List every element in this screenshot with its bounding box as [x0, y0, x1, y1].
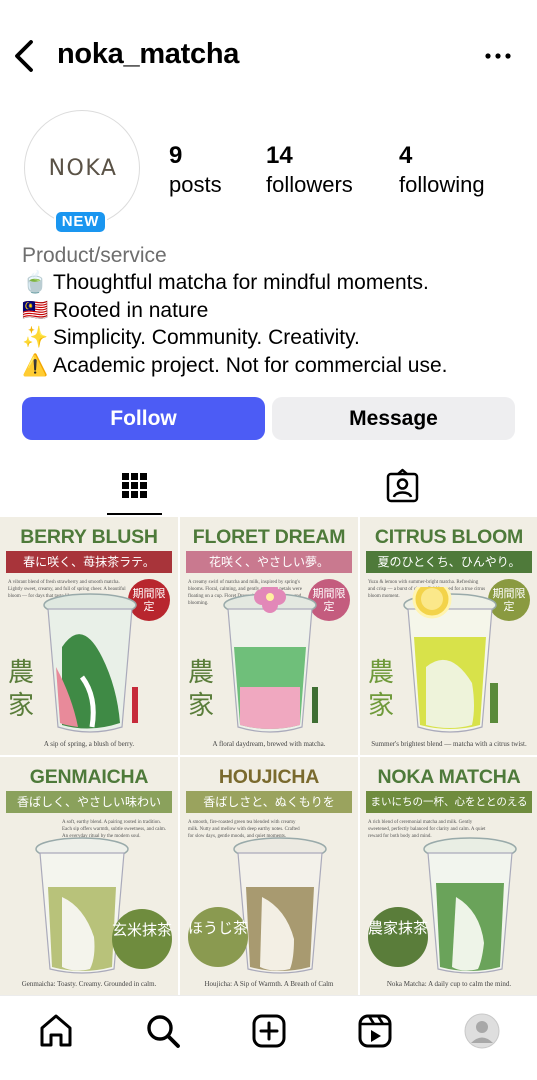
- post-title: GENMAICHA: [29, 766, 149, 788]
- avatar[interactable]: NOKA: [24, 110, 140, 226]
- message-button[interactable]: Message: [272, 397, 515, 440]
- post-footnote: Summer's brightest blend — matcha with a…: [371, 740, 527, 748]
- grid-icon[interactable]: [107, 462, 162, 517]
- post-subtitle: 香ばしく、やさしい味わい: [6, 791, 172, 813]
- search-icon[interactable]: [144, 1012, 182, 1050]
- drink-cup-illustration: [423, 837, 517, 974]
- stat-following-label: following: [399, 172, 485, 197]
- reels-icon[interactable]: [356, 1012, 394, 1050]
- post-footnote: Genmaicha: Toasty. Creamy. Grounded in c…: [21, 980, 157, 988]
- chevron-left-icon[interactable]: [10, 38, 40, 74]
- stat-posts-label: posts: [169, 172, 222, 197]
- post-footnote: A floral daydream, brewed with matcha.: [212, 740, 326, 748]
- stat-followers-label: followers: [266, 172, 353, 197]
- stat-followers-count: 14: [266, 142, 293, 169]
- post-footnote: Noka Matcha: A daily cup to calm the min…: [386, 980, 512, 988]
- ellipsis-icon[interactable]: [483, 44, 513, 68]
- stat-followers[interactable]: 14 followers: [266, 142, 353, 198]
- post-subtitle: 香ばしさと、ぬくもりを: [186, 791, 352, 813]
- create-icon[interactable]: [250, 1012, 288, 1050]
- profile-bio: Product/service 🍵 Thoughtful matcha for m…: [22, 243, 522, 379]
- bio-line: ⚠️ Academic project. Not for commercial u…: [22, 352, 522, 380]
- side-kanji: 農家: [368, 658, 395, 721]
- product-seal: 玄米抹茶: [112, 909, 172, 969]
- bio-line: 🇲🇾 Rooted in nature: [22, 297, 522, 325]
- tagged-icon[interactable]: [375, 462, 430, 517]
- post-tile-citrus-bloom[interactable]: CITRUS BLOOM 夏のひとくち、ひんやり。 Yuzu & lemon w…: [360, 517, 537, 755]
- follow-button[interactable]: Follow: [22, 397, 265, 440]
- profile-avatar-icon[interactable]: [463, 1012, 501, 1050]
- post-footnote: A sip of spring, a blush of berry.: [43, 740, 135, 748]
- stat-following[interactable]: 4 following: [399, 142, 485, 198]
- warning-emoji: ⚠️: [22, 353, 49, 377]
- profile-header: noka_matcha: [0, 0, 537, 112]
- bio-line-text: Rooted in nature: [53, 298, 209, 322]
- profile-tabs: [0, 462, 537, 517]
- profile-category: Product/service: [22, 244, 167, 267]
- stat-following-count: 4: [399, 142, 413, 169]
- drink-cup-illustration: [43, 593, 138, 733]
- drink-cup-illustration: [403, 587, 498, 733]
- post-tile-berry-blush[interactable]: BERRY BLUSH 春に咲く、苺抹茶ラテ。 A vibrant blend …: [0, 517, 178, 755]
- post-subtitle: 花咲く、やさしい夢。: [186, 551, 352, 573]
- drink-cup-illustration: [233, 837, 327, 974]
- stat-posts[interactable]: 9 posts: [169, 142, 222, 198]
- home-icon[interactable]: [37, 1012, 75, 1050]
- new-badge: NEW: [54, 210, 107, 234]
- post-tile-noka-matcha[interactable]: NOKA MATCHA まいにちの一杯、心をととのえる A rich blend…: [360, 757, 537, 995]
- post-title: FLORET DREAM: [192, 526, 346, 548]
- bio-line-text: Thoughtful matcha for mindful moments.: [53, 271, 429, 294]
- bio-line: ✨ Simplicity. Community. Creativity.: [22, 324, 522, 352]
- post-title: CITRUS BLOOM: [374, 526, 524, 548]
- post-title: BERRY BLUSH: [20, 526, 158, 548]
- flag-emoji: 🇲🇾: [22, 298, 49, 322]
- product-seal: ほうじ茶: [188, 907, 248, 967]
- profile-username: noka_matcha: [57, 38, 240, 70]
- post-tile-houjicha[interactable]: HOUJICHA 香ばしさと、ぬくもりを A smooth, fire-roas…: [180, 757, 358, 995]
- post-subtitle: 夏のひとくち、ひんやり。: [366, 551, 532, 573]
- drink-cup-illustration: [223, 587, 318, 733]
- sparkles-emoji: ✨: [22, 326, 49, 349]
- side-kanji: 農家: [188, 658, 215, 721]
- bio-line-text: Academic project. Not for commercial use…: [53, 353, 448, 377]
- post-title: NOKA MATCHA: [377, 766, 521, 788]
- post-tile-floret-dream[interactable]: FLORET DREAM 花咲く、やさしい夢。 A creamy swirl o…: [180, 517, 358, 755]
- post-tile-genmaicha[interactable]: GENMAICHA 香ばしく、やさしい味わい A soft, earthy bl…: [0, 757, 178, 995]
- bottom-navigation: [0, 995, 537, 1080]
- post-footnote: Houjicha: A Sip of Warmth. A Breath of C…: [204, 980, 334, 988]
- product-seal: 農家抹茶: [368, 907, 428, 967]
- active-tab-indicator: [107, 513, 162, 515]
- post-title: HOUJICHA: [218, 766, 320, 788]
- stat-posts-count: 9: [169, 142, 183, 169]
- tea-emoji: 🍵: [22, 271, 49, 294]
- post-subtitle: 春に咲く、苺抹茶ラテ。: [6, 551, 172, 573]
- post-grid: BERRY BLUSH 春に咲く、苺抹茶ラテ。 A vibrant blend …: [0, 517, 537, 995]
- bio-line-text: Simplicity. Community. Creativity.: [53, 326, 360, 349]
- bio-line: 🍵 Thoughtful matcha for mindful moments.: [22, 269, 522, 297]
- side-kanji: 農家: [8, 658, 35, 721]
- post-subtitle: まいにちの一杯、心をととのえる: [366, 791, 532, 813]
